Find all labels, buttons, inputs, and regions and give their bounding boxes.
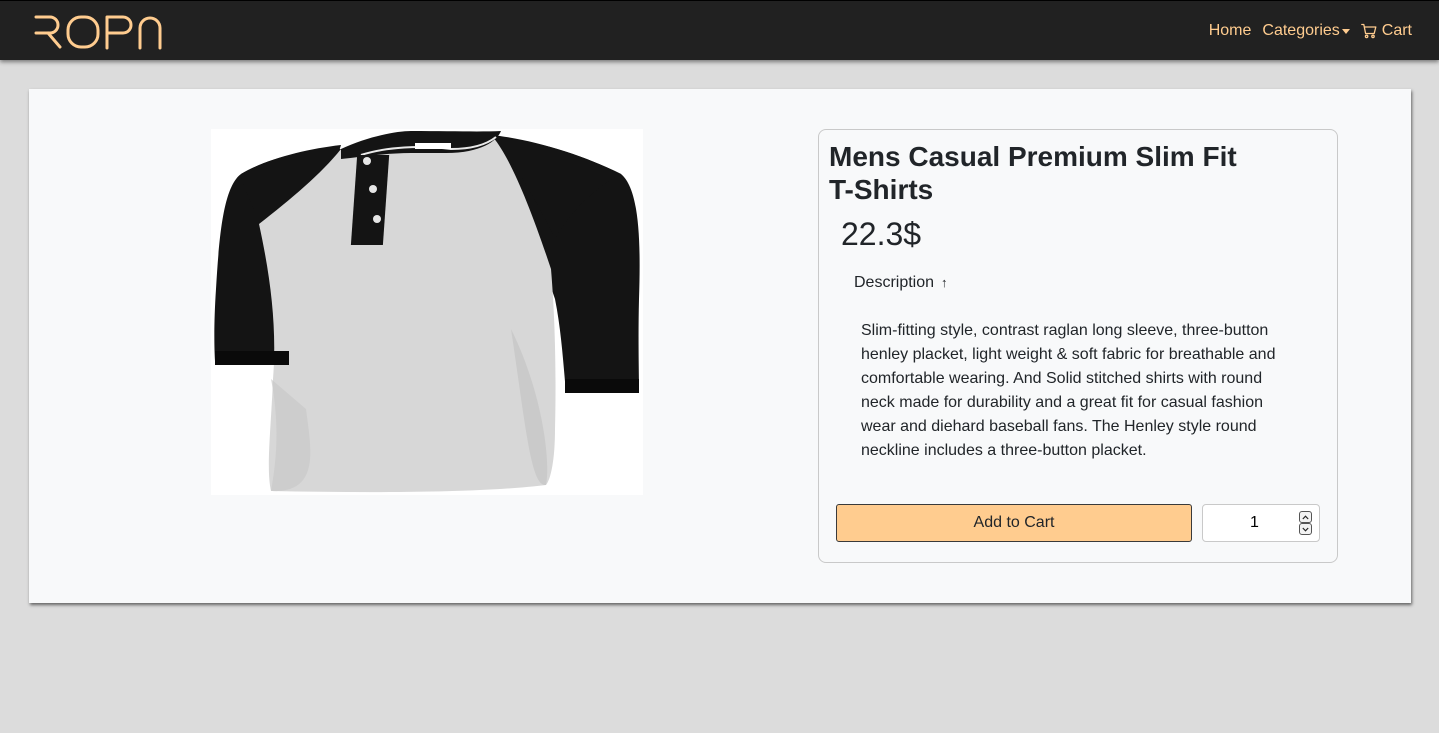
cart-icon [1360,23,1377,39]
top-navbar: Home Categories Cart [0,0,1439,60]
product-price: 22.3$ [841,216,922,252]
quantity-spinner [1299,511,1312,535]
nav-categories-label: Categories [1262,22,1340,39]
nav-cart-link[interactable]: Cart [1360,22,1412,40]
logo-wordmark-icon [34,15,162,50]
chevron-down-icon[interactable] [1299,523,1312,535]
product-title: Mens Casual Premium Slim Fit T-Shirts [829,141,1237,205]
product-card: Mens Casual Premium Slim Fit T-Shirts 22… [29,89,1411,603]
description-toggle[interactable]: Description ↑ [854,273,948,293]
quantity-input[interactable] [1203,505,1306,541]
description-label: Description [854,274,935,291]
brand-logo[interactable] [34,14,170,50]
nav-home-link[interactable]: Home [1209,22,1252,40]
product-description: Slim-fitting style, contrast raglan long… [861,322,1276,459]
product-image [211,129,643,495]
tshirt-image-icon [214,131,640,493]
add-to-cart-button[interactable]: Add to Cart [836,504,1192,542]
arrow-up-icon: ↑ [941,275,948,290]
main-nav: Home Categories Cart [1209,19,1412,43]
product-details-panel: Mens Casual Premium Slim Fit T-Shirts 22… [818,129,1338,563]
caret-down-icon [1341,29,1350,34]
nav-categories-dropdown[interactable]: Categories [1262,22,1350,40]
nav-cart-label: Cart [1381,22,1412,39]
nav-home-label: Home [1208,22,1252,39]
quantity-stepper [1202,504,1320,542]
chevron-up-icon[interactable] [1299,511,1312,523]
